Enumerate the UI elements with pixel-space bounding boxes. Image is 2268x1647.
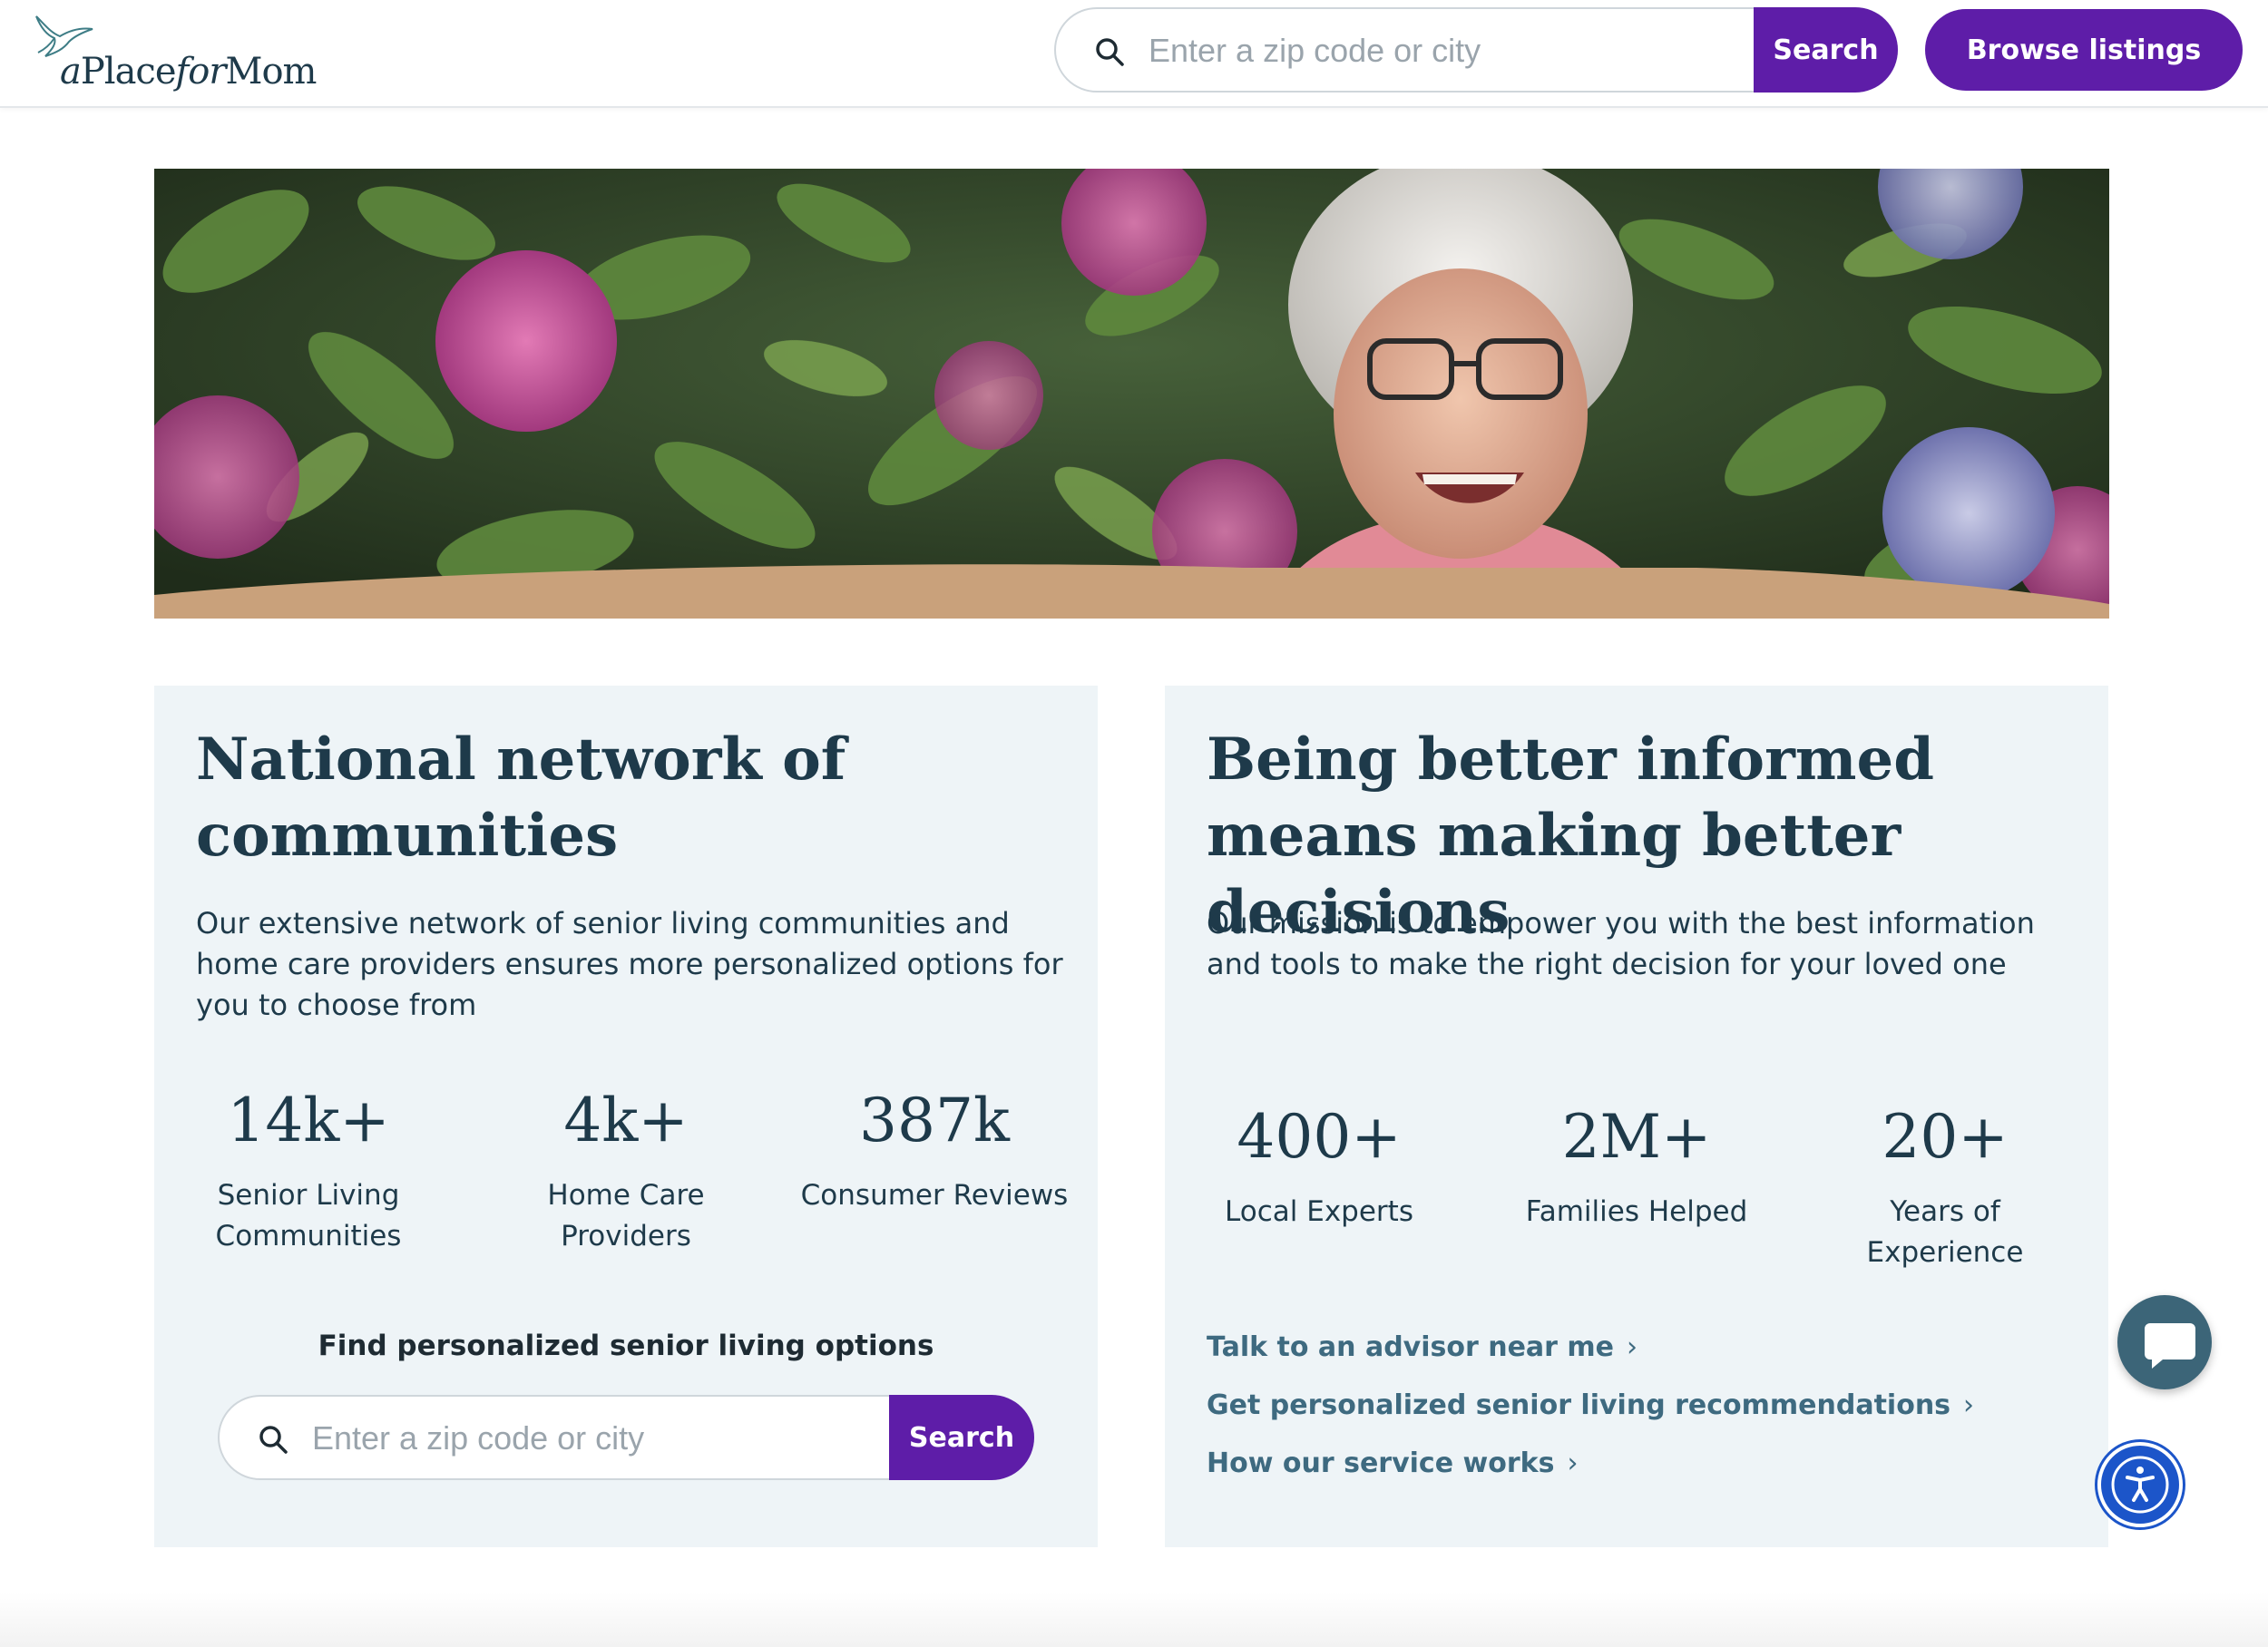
footer-edge [0,1593,2268,1647]
chevron-right-icon: › [1963,1389,1975,1421]
link-label: How our service works [1207,1447,1555,1479]
informed-card-description: Our mission is to empower you with the b… [1207,906,2035,981]
accessibility-icon [2111,1456,2169,1514]
stat-families-helped: 2M+ Families Helped [1482,1101,1791,1233]
stat-label: Years of Experience [1866,1195,2024,1269]
link-label: Get personalized senior living recommend… [1207,1389,1951,1421]
chat-bubble-icon [2145,1323,2195,1369]
stat-value: 14k+ [227,1086,390,1155]
stat-value: 387k [859,1086,1010,1155]
stat-label: Consumer Reviews [800,1179,1069,1212]
informed-card: Being better informed means making bette… [1165,686,2108,1547]
stat-label: Home Care Providers [547,1179,705,1252]
stat-local-experts: 400+ Local Experts [1165,1101,1473,1233]
logo-wordmark: aPlaceforMom [60,51,317,93]
chevron-right-icon: › [1627,1331,1638,1363]
find-options-title: Find personalized senior living options [318,1330,934,1362]
stat-years-experience: 20+ Years of Experience [1791,1101,2099,1273]
header-search-bar: Search [1054,7,1898,93]
search-icon [1096,38,1124,66]
stat-value: 2M+ [1561,1102,1712,1172]
accessibility-button[interactable] [2097,1442,2183,1527]
stat-label: Local Experts [1225,1195,1413,1228]
network-card-title: National network of communities [196,726,846,870]
link-how-service-works[interactable]: How our service works › [1207,1447,1578,1479]
link-talk-to-advisor[interactable]: Talk to an advisor near me › [1207,1331,1637,1363]
stat-label: Senior Living Communities [215,1179,402,1252]
stat-home-care: 4k+ Home Care Providers [472,1085,780,1257]
hero-photo-illustration [154,169,2109,619]
chat-button[interactable] [2117,1295,2212,1389]
search-icon [259,1426,288,1454]
browse-listings-button[interactable]: Browse listings [1925,9,2243,91]
stat-label: Families Helped [1525,1195,1748,1228]
stat-value: 400+ [1237,1102,1402,1172]
network-card-description: Our extensive network of senior living c… [196,906,1063,1022]
link-label: Talk to an advisor near me [1207,1331,1615,1363]
stat-consumer-reviews: 387k Consumer Reviews [780,1085,1089,1216]
site-logo[interactable]: aPlaceforMom [33,13,317,99]
link-personalized-recommendations[interactable]: Get personalized senior living recommend… [1207,1389,1974,1421]
network-card: National network of communities Our exte… [154,686,1098,1547]
stat-value: 20+ [1882,1102,2009,1172]
site-header: aPlaceforMom Search Browse listings [0,0,2268,108]
card-search-bar: Search [218,1395,1034,1480]
hero-image [154,169,2109,619]
stat-value: 4k+ [563,1086,689,1155]
chevron-right-icon: › [1567,1447,1579,1479]
card-search-input[interactable] [310,1397,876,1480]
header-search-button[interactable]: Search [1754,7,1898,93]
stat-senior-living: 14k+ Senior Living Communities [154,1085,463,1257]
card-search-button[interactable]: Search [889,1395,1034,1480]
